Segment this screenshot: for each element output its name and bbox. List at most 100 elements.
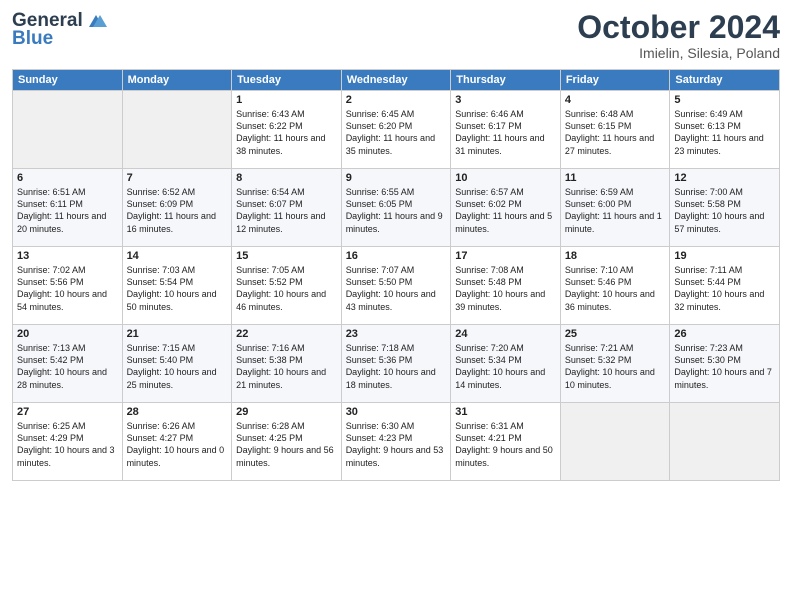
day-number: 9	[346, 172, 447, 184]
calendar-container: General Blue October 2024 Imielin, Siles…	[0, 0, 792, 489]
sunset: Sunset: 6:05 PM	[346, 199, 413, 209]
day-info: Sunrise: 6:46 AMSunset: 6:17 PMDaylight:…	[455, 108, 556, 157]
sunset: Sunset: 4:25 PM	[236, 433, 303, 443]
daylight: Daylight: 10 hours and 14 minutes.	[455, 367, 545, 389]
sunset: Sunset: 6:07 PM	[236, 199, 303, 209]
sunrise: Sunrise: 6:59 AM	[565, 187, 634, 197]
day-number: 4	[565, 94, 666, 106]
day-number: 23	[346, 328, 447, 340]
day-number: 16	[346, 250, 447, 262]
sunrise: Sunrise: 7:11 AM	[674, 265, 742, 275]
calendar-week-3: 13Sunrise: 7:02 AMSunset: 5:56 PMDayligh…	[13, 247, 780, 325]
sunrise: Sunrise: 6:49 AM	[674, 109, 743, 119]
day-info: Sunrise: 7:23 AMSunset: 5:30 PMDaylight:…	[674, 342, 775, 391]
calendar-cell: 30Sunrise: 6:30 AMSunset: 4:23 PMDayligh…	[341, 403, 451, 481]
sunset: Sunset: 6:11 PM	[17, 199, 83, 209]
sunrise: Sunrise: 7:15 AM	[127, 343, 196, 353]
sunset: Sunset: 4:27 PM	[127, 433, 194, 443]
sunrise: Sunrise: 7:18 AM	[346, 343, 415, 353]
calendar-cell: 24Sunrise: 7:20 AMSunset: 5:34 PMDayligh…	[451, 325, 561, 403]
sunrise: Sunrise: 7:02 AM	[17, 265, 86, 275]
day-info: Sunrise: 7:21 AMSunset: 5:32 PMDaylight:…	[565, 342, 666, 391]
daylight: Daylight: 11 hours and 27 minutes.	[565, 133, 654, 155]
daylight: Daylight: 11 hours and 38 minutes.	[236, 133, 325, 155]
calendar-cell: 29Sunrise: 6:28 AMSunset: 4:25 PMDayligh…	[232, 403, 342, 481]
day-info: Sunrise: 7:13 AMSunset: 5:42 PMDaylight:…	[17, 342, 118, 391]
daylight: Daylight: 10 hours and 39 minutes.	[455, 289, 545, 311]
calendar-cell: 31Sunrise: 6:31 AMSunset: 4:21 PMDayligh…	[451, 403, 561, 481]
sunrise: Sunrise: 7:21 AM	[565, 343, 634, 353]
calendar-cell: 12 Sunrise: 7:00 AMSunset: 5:58 PMDayligh…	[670, 169, 780, 247]
day-number: 28	[127, 406, 228, 418]
day-info: Sunrise: 7:07 AMSunset: 5:50 PMDaylight:…	[346, 264, 447, 313]
day-number: 19	[674, 250, 775, 262]
daylight: Daylight: 11 hours and 20 minutes.	[17, 211, 106, 233]
daylight: Daylight: 11 hours and 31 minutes.	[455, 133, 544, 155]
header-day-wednesday: Wednesday	[341, 70, 451, 91]
calendar-cell: 22Sunrise: 7:16 AMSunset: 5:38 PMDayligh…	[232, 325, 342, 403]
daylight: Daylight: 10 hours and 43 minutes.	[346, 289, 436, 311]
sunset: Sunset: 6:09 PM	[127, 199, 194, 209]
day-number: 22	[236, 328, 337, 340]
sunrise: Sunrise: 7:07 AM	[346, 265, 415, 275]
daylight: Daylight: 10 hours and 10 minutes.	[565, 367, 655, 389]
day-number: 18	[565, 250, 666, 262]
sunrise: Sunrise: 6:54 AM	[236, 187, 305, 197]
calendar-cell: 19Sunrise: 7:11 AMSunset: 5:44 PMDayligh…	[670, 247, 780, 325]
daylight: Daylight: 11 hours and 23 minutes.	[674, 133, 763, 155]
calendar-cell: 23Sunrise: 7:18 AMSunset: 5:36 PMDayligh…	[341, 325, 451, 403]
daylight: Daylight: 10 hours and 36 minutes.	[565, 289, 655, 311]
daylight: Daylight: 9 hours and 53 minutes.	[346, 445, 444, 467]
daylight: Daylight: 11 hours and 16 minutes.	[127, 211, 216, 233]
day-number: 6	[17, 172, 118, 184]
day-info: Sunrise: 6:31 AMSunset: 4:21 PMDaylight:…	[455, 420, 556, 469]
day-number: 8	[236, 172, 337, 184]
day-number: 14	[127, 250, 228, 262]
daylight: Daylight: 10 hours and 25 minutes.	[127, 367, 217, 389]
sunset: Sunset: 6:17 PM	[455, 121, 522, 131]
day-number: 13	[17, 250, 118, 262]
sunset: Sunset: 5:40 PM	[127, 355, 194, 365]
day-number: 7	[127, 172, 228, 184]
day-number: 5	[674, 94, 775, 106]
daylight: Daylight: 10 hours and 32 minutes.	[674, 289, 764, 311]
calendar-cell: 9Sunrise: 6:55 AMSunset: 6:05 PMDaylight…	[341, 169, 451, 247]
day-info: Sunrise: 6:54 AMSunset: 6:07 PMDaylight:…	[236, 186, 337, 235]
sunset: Sunset: 5:36 PM	[346, 355, 413, 365]
calendar-cell: 16 Sunrise: 7:07 AMSunset: 5:50 PMDayligh…	[341, 247, 451, 325]
day-info: Sunrise: 6:45 AMSunset: 6:20 PMDaylight:…	[346, 108, 447, 157]
sunrise: Sunrise: 6:55 AM	[346, 187, 415, 197]
sunrise: Sunrise: 7:16 AM	[236, 343, 305, 353]
calendar-cell: 15Sunrise: 7:05 AMSunset: 5:52 PMDayligh…	[232, 247, 342, 325]
calendar-cell: 21Sunrise: 7:15 AMSunset: 5:40 PMDayligh…	[122, 325, 232, 403]
calendar-week-2: 6Sunrise: 6:51 AMSunset: 6:11 PMDaylight…	[13, 169, 780, 247]
calendar-cell: 27Sunrise: 6:25 AMSunset: 4:29 PMDayligh…	[13, 403, 123, 481]
calendar-body: 1Sunrise: 6:43 AMSunset: 6:22 PMDaylight…	[13, 91, 780, 481]
calendar-cell: 6Sunrise: 6:51 AMSunset: 6:11 PMDaylight…	[13, 169, 123, 247]
header-day-thursday: Thursday	[451, 70, 561, 91]
day-number: 29	[236, 406, 337, 418]
sunrise: Sunrise: 6:57 AM	[455, 187, 524, 197]
day-number: 15	[236, 250, 337, 262]
daylight: Daylight: 10 hours and 46 minutes.	[236, 289, 326, 311]
sunset: Sunset: 6:00 PM	[565, 199, 632, 209]
location: Imielin, Silesia, Poland	[577, 45, 780, 61]
day-number: 12	[674, 172, 775, 184]
sunrise: Sunrise: 6:25 AM	[17, 421, 86, 431]
sunset: Sunset: 5:30 PM	[674, 355, 741, 365]
day-info: Sunrise: 6:59 AMSunset: 6:00 PMDaylight:…	[565, 186, 666, 235]
day-info: Sunrise: 6:57 AMSunset: 6:02 PMDaylight:…	[455, 186, 556, 235]
day-info: Sunrise: 6:43 AMSunset: 6:22 PMDaylight:…	[236, 108, 337, 157]
sunrise: Sunrise: 7:08 AM	[455, 265, 524, 275]
day-number: 26	[674, 328, 775, 340]
day-info: Sunrise: 7:00 AMSunset: 5:58 PMDaylight:…	[674, 186, 775, 235]
daylight: Daylight: 10 hours and 0 minutes.	[127, 445, 225, 467]
day-info: Sunrise: 6:48 AMSunset: 6:15 PMDaylight:…	[565, 108, 666, 157]
sunrise: Sunrise: 7:00 AM	[674, 187, 743, 197]
calendar-cell: 1Sunrise: 6:43 AMSunset: 6:22 PMDaylight…	[232, 91, 342, 169]
day-info: Sunrise: 6:30 AMSunset: 4:23 PMDaylight:…	[346, 420, 447, 469]
header-day-saturday: Saturday	[670, 70, 780, 91]
sunrise: Sunrise: 6:31 AM	[455, 421, 524, 431]
sunrise: Sunrise: 6:26 AM	[127, 421, 196, 431]
logo-blue: Blue	[12, 28, 53, 50]
